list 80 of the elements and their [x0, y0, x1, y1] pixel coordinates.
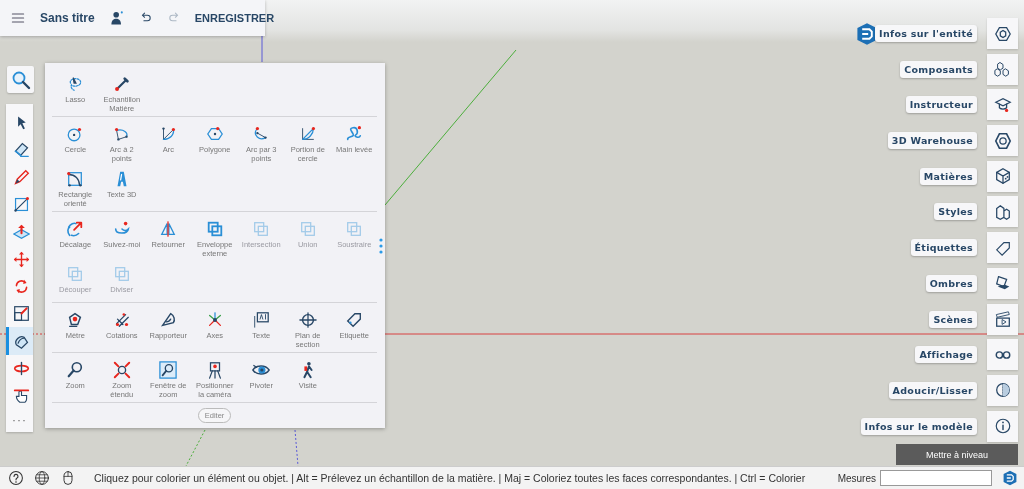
panel-label[interactable]: Infos sur l'entité [875, 25, 977, 42]
globe-icon [34, 470, 50, 486]
hexagon-icon [993, 131, 1012, 150]
squares-icon [345, 220, 364, 238]
panel-button[interactable] [987, 374, 1018, 406]
panel-label[interactable]: Affichage [915, 346, 977, 364]
panel-label[interactable]: Composants [900, 60, 977, 78]
offset-icon [66, 220, 85, 238]
panel-button[interactable] [987, 410, 1018, 442]
eyedropper-icon [112, 75, 131, 93]
arc-icon [112, 125, 131, 143]
panel-button[interactable] [987, 339, 1018, 371]
graduation-cap-icon [993, 95, 1012, 114]
protractor-icon [159, 311, 178, 329]
magnifier-icon [66, 361, 85, 379]
panel-button[interactable] [987, 267, 1018, 299]
panel-button[interactable] [987, 196, 1018, 228]
panel-label[interactable]: Styles [934, 203, 977, 221]
info-icon [993, 417, 1012, 436]
section-plane-icon [298, 311, 317, 329]
clapperboard-icon [993, 310, 1012, 328]
panel-button[interactable] [987, 160, 1018, 192]
eraser-icon [12, 141, 30, 159]
squares-icon [298, 220, 317, 238]
arc-icon [159, 125, 178, 143]
panel-button[interactable] [987, 232, 1018, 264]
panel-label[interactable]: Matières [919, 167, 977, 185]
squiggle-icon [345, 125, 364, 143]
panel-label[interactable]: Ombres [925, 274, 977, 292]
rectangle-icon [66, 170, 85, 188]
move-icon [12, 250, 30, 268]
document-title: Sans titre [40, 11, 95, 25]
push-pull-icon [12, 223, 30, 241]
pencil-icon [12, 168, 30, 186]
drag-handle-icon[interactable] [379, 238, 383, 254]
help-button[interactable] [8, 470, 24, 486]
cube-icon [993, 167, 1012, 186]
language-button[interactable] [34, 470, 50, 486]
squares-icon [252, 220, 271, 238]
squares-icon [66, 265, 85, 283]
search-icon [10, 69, 31, 90]
question-mark-icon [8, 470, 24, 486]
measures-label: Mesures [837, 472, 876, 484]
panel-button[interactable] [987, 53, 1018, 85]
panel-label[interactable]: Instructeur [905, 96, 977, 114]
status-hint: Cliquez pour colorier un élément ou objet. | Alt = Prélevez un échantillon de la matière. | Maj = Coloriez toutes les faces correspondantes. | Ctrl = Colorier [94, 472, 807, 484]
panel-button[interactable] [987, 125, 1018, 157]
panel-button[interactable] [987, 303, 1018, 335]
flip-icon [159, 220, 178, 238]
sphere-icon [993, 381, 1012, 400]
tool-button[interactable] [6, 327, 33, 355]
panel-label[interactable]: Étiquettes [910, 239, 977, 257]
mouse-icon [60, 470, 76, 486]
hand-icon [12, 387, 30, 405]
panel-button[interactable] [987, 18, 1018, 49]
panel-label[interactable]: Scènes [929, 310, 977, 328]
text-label-icon [252, 311, 271, 329]
hexagon-icon [993, 24, 1012, 43]
menu-icon [10, 10, 26, 26]
more-button[interactable]: ··· [12, 413, 27, 428]
panel-button[interactable] [987, 89, 1018, 121]
panel-label[interactable]: Adoucir/Lisser [888, 381, 977, 399]
panel-label[interactable]: Infos sur le modèle [860, 417, 977, 435]
cubes-icon [993, 60, 1012, 79]
measures-field[interactable] [880, 470, 992, 486]
save-button[interactable]: ENREGISTRER [194, 12, 275, 24]
squares-icon [205, 220, 224, 238]
rectangle-icon [12, 196, 30, 214]
logo-icon [1002, 470, 1018, 486]
tag-icon [345, 311, 364, 329]
upgrade-button[interactable]: Mettre à niveau [896, 444, 1018, 465]
squares-icon [112, 265, 131, 283]
zoom-extents-icon [112, 361, 131, 379]
cubes-icon [993, 202, 1012, 221]
orbit-icon [12, 359, 30, 377]
zoom-window-icon [159, 361, 178, 379]
search-button[interactable] [7, 66, 34, 93]
scale-icon [12, 305, 30, 323]
hexagon-icon [205, 125, 224, 143]
panel-label[interactable]: 3D Warehouse [887, 132, 977, 150]
